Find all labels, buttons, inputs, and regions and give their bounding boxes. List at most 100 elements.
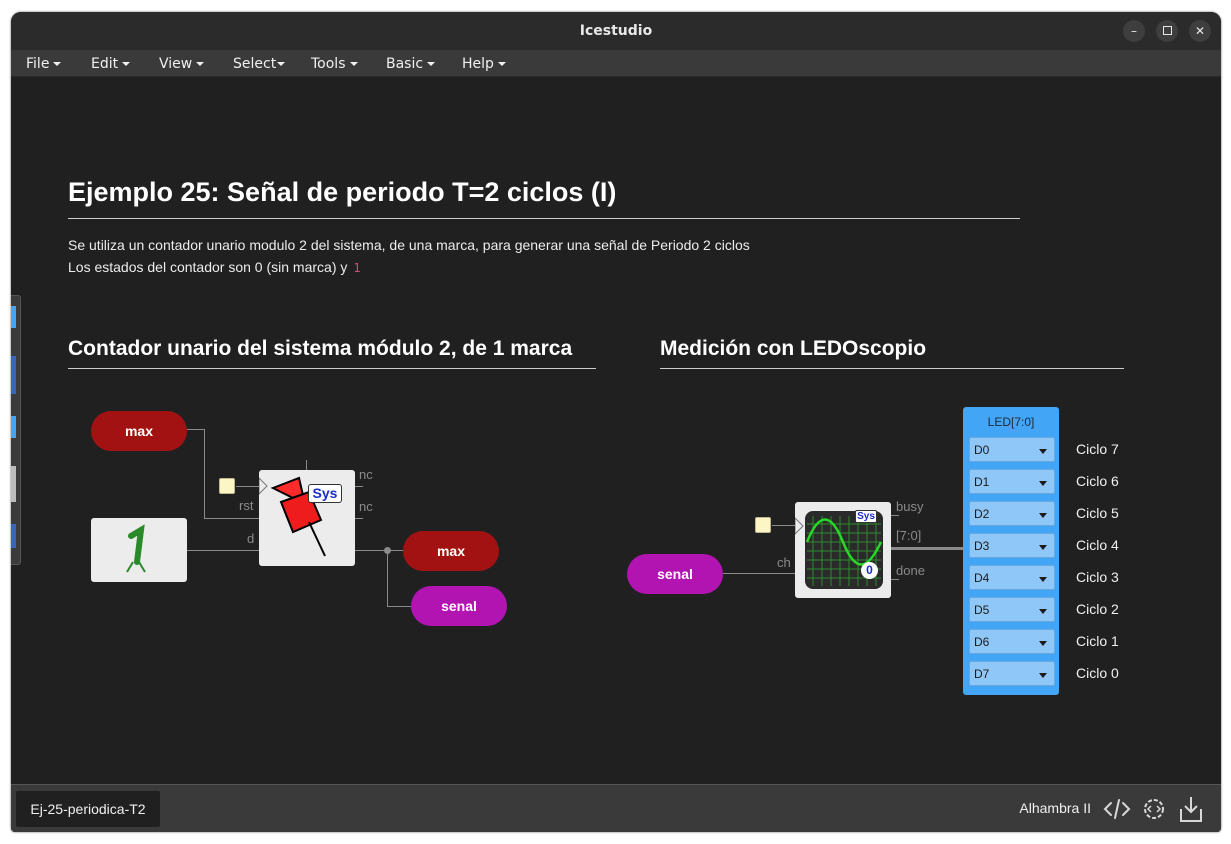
sys-badge: Sys (308, 484, 342, 503)
inline-code: 1 (353, 261, 361, 275)
design-canvas[interactable]: Ejemplo 25: Señal de periodo T=2 ciclos … (11, 77, 1221, 784)
chevron-down-icon (122, 62, 131, 66)
menu-view-label: View (159, 56, 193, 72)
input-port-senal[interactable]: senal (627, 554, 723, 594)
wire (891, 515, 899, 516)
dropdown-arrow-icon (1039, 609, 1047, 614)
wire-junction (384, 547, 391, 554)
menu-tools-label: Tools (311, 56, 346, 72)
menu-basic[interactable]: Basic (386, 56, 436, 72)
board-name[interactable]: Alhambra II (1019, 800, 1091, 816)
ciclo-label: Ciclo 6 (1076, 473, 1119, 489)
chevron-down-icon (277, 62, 286, 66)
sys-counter-block[interactable]: Sys (259, 470, 355, 566)
section-title-right: Medición con LEDOscopio (660, 337, 927, 360)
constant-input[interactable] (219, 478, 235, 494)
build-settings-icon[interactable] (1140, 795, 1168, 823)
chevron-down-icon (196, 62, 205, 66)
upload-icon[interactable] (1177, 795, 1205, 823)
led-select-d6[interactable]: D6 (969, 629, 1055, 654)
led-select-d4[interactable]: D4 (969, 565, 1055, 590)
port-nc-label: nc (359, 467, 373, 482)
output-port-senal[interactable]: senal (411, 586, 507, 626)
led-select-value: D1 (974, 475, 990, 489)
led-select-d2[interactable]: D2 (969, 501, 1055, 526)
close-button[interactable]: ✕ (1189, 20, 1211, 42)
led-select-value: D4 (974, 571, 990, 585)
chevron-down-icon (349, 62, 358, 66)
page-title: Ejemplo 25: Señal de periodo T=2 ciclos … (68, 177, 617, 207)
bus-wire (891, 547, 963, 550)
wire (355, 550, 403, 551)
led-select-value: D5 (974, 603, 990, 617)
minimize-icon: – (1131, 24, 1137, 38)
led-select-value: D2 (974, 507, 990, 521)
input-port-max[interactable]: max (91, 411, 187, 451)
dock-indicator (11, 306, 16, 328)
chevron-down-icon (53, 62, 62, 66)
maximize-button[interactable] (1156, 20, 1178, 42)
menu-edit-label: Edit (91, 56, 119, 72)
sys-badge: Sys (855, 510, 877, 523)
ledoscope-block[interactable]: Sys 0 (795, 502, 891, 598)
led-select-d7[interactable]: D7 (969, 661, 1055, 686)
led-select-value: D6 (974, 635, 990, 649)
file-tab[interactable]: Ej-25-periodica-T2 (16, 791, 160, 827)
menu-file[interactable]: File (26, 56, 62, 72)
maximize-icon (1162, 26, 1172, 35)
title-bar: Icestudio – ✕ (11, 12, 1221, 50)
wire (204, 429, 205, 518)
port-nc-label: nc (359, 499, 373, 514)
wire (355, 486, 363, 487)
section-right-divider (660, 368, 1124, 369)
menu-view[interactable]: View (159, 56, 205, 72)
ciclo-label: Ciclo 4 (1076, 537, 1119, 553)
led-select-d1[interactable]: D1 (969, 469, 1055, 494)
menu-help[interactable]: Help (462, 56, 506, 72)
menu-tools[interactable]: Tools (311, 56, 358, 72)
dropdown-arrow-icon (1039, 577, 1047, 582)
code-icon[interactable] (1103, 795, 1131, 823)
port-bus-label: [7:0] (896, 528, 922, 543)
wire (306, 460, 307, 470)
menu-edit[interactable]: Edit (91, 56, 131, 72)
dropdown-arrow-icon (1039, 481, 1047, 486)
wire (891, 579, 899, 580)
dock-indicator (11, 416, 16, 438)
section-left-divider (68, 368, 596, 369)
wire (236, 486, 259, 487)
led-select-d5[interactable]: D5 (969, 597, 1055, 622)
status-bar: Ej-25-periodica-T2 Alhambra II (11, 784, 1221, 832)
chevron-down-icon (497, 62, 506, 66)
ciclo-label: Ciclo 1 (1076, 633, 1119, 649)
wire (204, 518, 259, 519)
menu-select[interactable]: Select (233, 56, 286, 72)
constant-input[interactable] (755, 517, 771, 533)
app-window: Icestudio – ✕ File Edit View Select Tool… (11, 12, 1221, 832)
constant-one-block[interactable] (91, 518, 187, 582)
title-divider (68, 218, 1020, 219)
wire (187, 550, 259, 551)
description-line-1: Se utiliza un contador unario modulo 2 d… (68, 237, 750, 253)
menu-bar: File Edit View Select Tools Basic Help (11, 50, 1221, 77)
led-output-block[interactable]: LED[7:0] D0 D1 D2 D3 D4 D5 D6 D7 (963, 407, 1059, 695)
wire (387, 550, 388, 606)
dropdown-arrow-icon (1039, 513, 1047, 518)
side-dock-tab[interactable] (11, 295, 21, 565)
wire (387, 606, 411, 607)
dock-indicator (11, 466, 16, 502)
output-port-max[interactable]: max (403, 531, 499, 571)
dropdown-arrow-icon (1039, 673, 1047, 678)
dropdown-arrow-icon (1039, 449, 1047, 454)
led-select-d3[interactable]: D3 (969, 533, 1055, 558)
wire (355, 518, 363, 519)
wire (772, 525, 795, 526)
port-d-label: d (247, 531, 255, 546)
led-select-value: D7 (974, 667, 990, 681)
ciclo-label: Ciclo 0 (1076, 665, 1119, 681)
led-select-d0[interactable]: D0 (969, 437, 1055, 462)
window-title: Icestudio (579, 23, 653, 39)
zero-badge: 0 (861, 562, 878, 579)
minimize-button[interactable]: – (1123, 20, 1145, 42)
led-block-title: LED[7:0] (987, 415, 1035, 429)
